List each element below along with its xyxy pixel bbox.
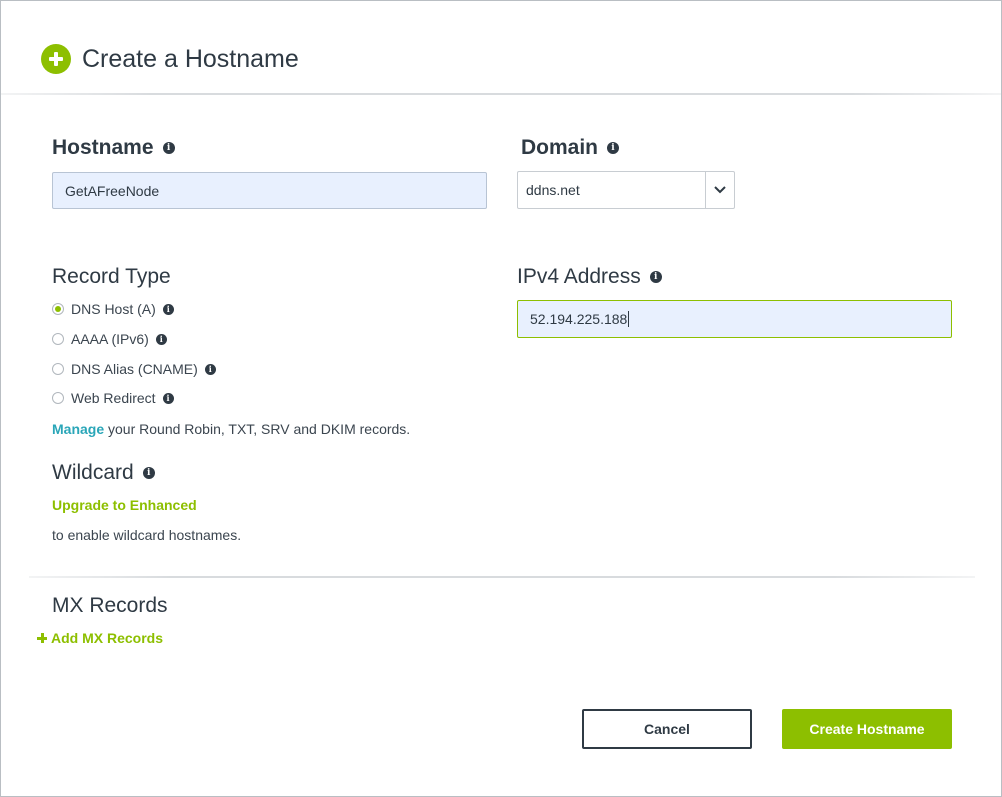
ipv4-input[interactable]: 52.194.225.188: [517, 300, 952, 338]
radio-button[interactable]: [52, 363, 64, 375]
hostname-input[interactable]: GetAFreeNode: [52, 172, 487, 209]
mx-records-label: MX Records: [52, 594, 168, 617]
create-hostname-button[interactable]: Create Hostname: [782, 709, 952, 749]
radio-dns-host[interactable]: DNS Host (A) i: [52, 301, 174, 317]
wildcard-info-icon[interactable]: i: [142, 467, 155, 479]
hostname-info-icon[interactable]: i: [162, 142, 175, 154]
ipv4-label: IPv4 Address i: [517, 265, 662, 289]
chevron-down-icon[interactable]: [705, 172, 734, 208]
create-hostname-dialog: Create a Hostname Hostname i GetAFreeNod…: [0, 0, 1002, 797]
plus-circle-icon: [41, 44, 71, 74]
ipv4-info-icon[interactable]: i: [649, 271, 662, 283]
wildcard-note: to enable wildcard hostnames.: [52, 527, 242, 543]
domain-selected-value: ddns.net: [526, 182, 580, 198]
web-redirect-info-icon[interactable]: i: [162, 392, 174, 404]
text-caret: [628, 311, 630, 327]
record-type-label: Record Type: [52, 265, 171, 288]
upgrade-link[interactable]: Upgrade to Enhanced: [52, 497, 197, 513]
domain-select[interactable]: ddns.net: [517, 171, 735, 209]
dns-host-info-icon[interactable]: i: [162, 303, 174, 315]
dialog-title: Create a Hostname: [82, 44, 299, 73]
radio-button[interactable]: [52, 333, 64, 345]
aaaa-info-icon[interactable]: i: [155, 333, 167, 345]
manage-link[interactable]: Manage: [52, 421, 104, 437]
plus-icon: [37, 633, 47, 643]
hostname-label: Hostname i: [52, 136, 175, 160]
radio-button[interactable]: [52, 303, 64, 315]
header-divider: [1, 93, 1001, 95]
domain-info-icon[interactable]: i: [607, 142, 620, 154]
add-mx-records-link[interactable]: Add MX Records: [37, 630, 163, 646]
wildcard-label: Wildcard i: [52, 461, 155, 485]
domain-label: Domain i: [521, 136, 620, 160]
cancel-button[interactable]: Cancel: [582, 709, 752, 749]
manage-records-text: Manage your Round Robin, TXT, SRV and DK…: [52, 421, 411, 437]
dns-alias-info-icon[interactable]: i: [204, 363, 216, 375]
dialog-header: Create a Hostname: [41, 43, 299, 75]
radio-button[interactable]: [52, 392, 64, 404]
radio-aaaa[interactable]: AAAA (IPv6) i: [52, 331, 167, 347]
radio-web-redirect[interactable]: Web Redirect i: [52, 390, 174, 406]
radio-dns-alias[interactable]: DNS Alias (CNAME) i: [52, 361, 216, 377]
mx-divider: [29, 576, 975, 578]
